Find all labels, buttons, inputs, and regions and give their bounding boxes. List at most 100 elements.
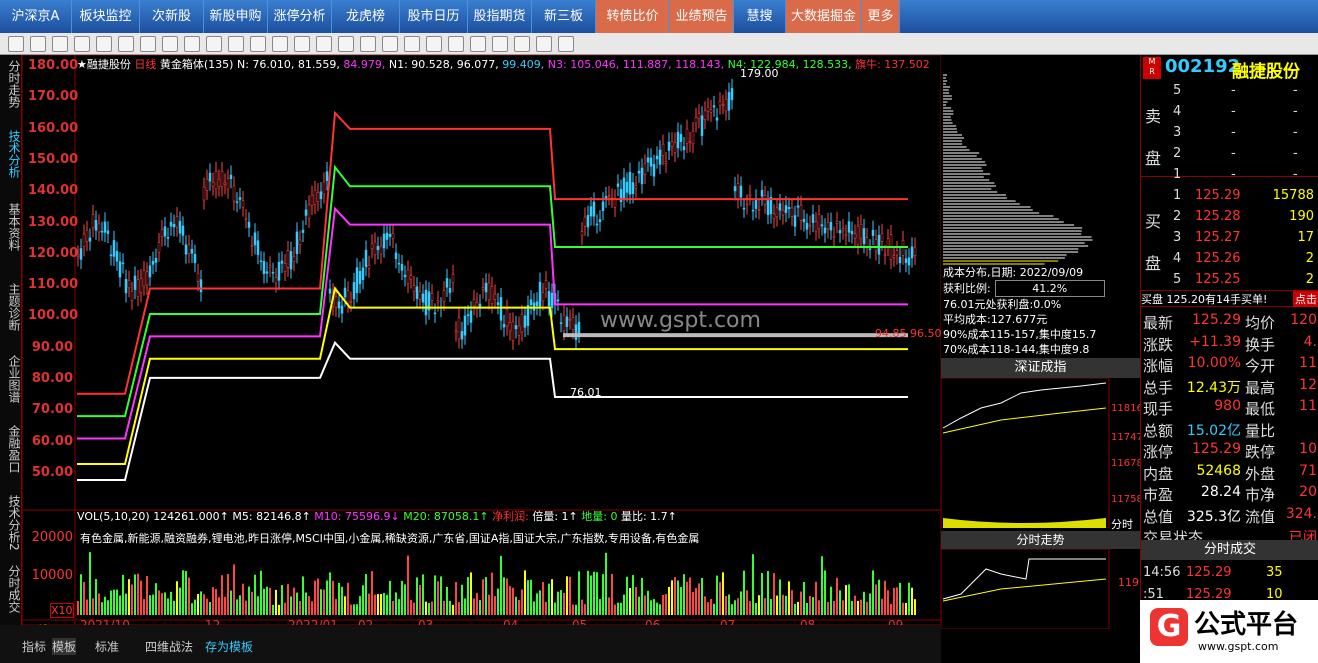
sell-vol: - (1293, 146, 1298, 161)
chip-distribution (943, 74, 1093, 265)
toolbar-icon-0[interactable] (8, 36, 24, 52)
candle-body-157 (547, 291, 551, 307)
vol-bar-135 (482, 579, 484, 615)
index-title[interactable]: 深证成指 (941, 358, 1140, 378)
menu-item-13[interactable]: 更多 (862, 0, 900, 33)
vol-bar-14 (119, 595, 121, 615)
toolbar-icon-2[interactable] (52, 36, 68, 52)
vol-bar-42 (203, 594, 205, 615)
vol-bar-212 (713, 603, 715, 615)
vol-bar-164 (569, 576, 571, 615)
toolbar-icon-15[interactable] (338, 36, 354, 52)
menu-item-9[interactable]: 转债比价 (596, 0, 670, 33)
vol-bar-250 (827, 602, 829, 615)
click-button[interactable]: 点击 (1293, 291, 1318, 307)
candle-body-206 (694, 117, 698, 124)
toolbar-icon-25[interactable] (558, 36, 574, 52)
candle-body-214 (718, 101, 722, 106)
toolbar-icon-19[interactable] (426, 36, 442, 52)
toolbar-icon-11[interactable] (250, 36, 266, 52)
toolbar-icon-6[interactable] (140, 36, 156, 52)
fenshi-tab[interactable]: 分时 (1111, 516, 1133, 532)
candle-body-68 (280, 260, 284, 264)
candle-body-43 (205, 178, 209, 191)
toolbar-icon-23[interactable] (514, 36, 530, 52)
candle-body-154 (538, 281, 542, 307)
vol-bar-218 (731, 604, 733, 615)
bottom-tab-4[interactable]: 存为模板 (205, 638, 253, 655)
menu-item-5[interactable]: 龙虎榜 (332, 0, 400, 33)
toolbar-icon-8[interactable] (184, 36, 200, 52)
fenshi-title[interactable]: 分时走势 (941, 531, 1140, 549)
buy-vol: 2 (1305, 251, 1314, 266)
vol-bar-216 (725, 595, 727, 615)
quote-label-2: 今开 (1245, 357, 1276, 375)
menu-item-2[interactable]: 次新股 (140, 0, 204, 33)
toolbar-icon-16[interactable] (360, 36, 376, 52)
menu-item-11[interactable]: 慧搜 (734, 0, 786, 33)
candle-body-141 (499, 297, 503, 321)
candle-body-126 (454, 330, 458, 333)
toolbar-icon-1[interactable] (30, 36, 46, 52)
quote-panel: MR 002192 融捷股份 卖盘买盘 5- -4- -3- -2- -1- -1 125.2… (1140, 55, 1318, 663)
candle-body-227 (757, 209, 761, 211)
menu-item-7[interactable]: 股指期货 (468, 0, 532, 33)
watermark: www.gspt.com (600, 308, 761, 333)
menu-item-10[interactable]: 业绩预告 (670, 0, 734, 33)
menu-item-6[interactable]: 股市日历 (400, 0, 468, 33)
menu-item-4[interactable]: 涨停分析 (268, 0, 332, 33)
menu-item-1[interactable]: 板块监控 (72, 0, 140, 33)
toolbar-icon-12[interactable] (272, 36, 288, 52)
candle-body-110 (406, 269, 410, 284)
concepts: 有色金属,新能源,融资融券,锂电池,昨日涨停,MSCI中国,小金属,稀缺资源,广… (80, 532, 700, 545)
candle-body-276 (904, 258, 908, 263)
vol-bar-195 (662, 595, 664, 615)
toolbar-icon-7[interactable] (162, 36, 178, 52)
y-tick-12: 60.00 (31, 433, 73, 449)
candle-body-166 (574, 324, 578, 340)
menu-item-3[interactable]: 新股申购 (204, 0, 268, 33)
index-y-2: 11747 (1111, 432, 1143, 443)
toolbar-icon-21[interactable] (470, 36, 486, 52)
candle-body-129 (463, 315, 467, 336)
menu-item-8[interactable]: 新三板 (532, 0, 596, 33)
bottom-tab-3[interactable]: 四维战法 (145, 638, 193, 655)
toolbar-icon-22[interactable] (492, 36, 508, 52)
candle-body-147 (517, 325, 521, 336)
vol-bar-136 (485, 577, 487, 615)
vol-bar-275 (902, 602, 904, 615)
vol-bar-11 (110, 590, 112, 615)
toolbar-icon-14[interactable] (316, 36, 332, 52)
vol-bar-236 (785, 595, 787, 615)
buy-vol: 17 (1297, 230, 1314, 245)
vol-bar-119 (434, 575, 436, 615)
vol-bar-109 (404, 584, 406, 615)
toolbar-icon-9[interactable] (206, 36, 222, 52)
toolbar-icon-5[interactable] (118, 36, 134, 52)
toolbar-icon-10[interactable] (228, 36, 244, 52)
candle-body-124 (448, 287, 452, 293)
vol-bar-89 (344, 596, 346, 615)
y-tick-8: 100.00 (28, 308, 79, 324)
candle-body-226 (754, 198, 758, 209)
sell-level: 5 (1173, 83, 1182, 98)
candle-body-215 (721, 103, 725, 106)
toolbar-icon-18[interactable] (404, 36, 420, 52)
vol-bar-54 (239, 595, 241, 615)
toolbar-icon-20[interactable] (448, 36, 464, 52)
toolbar-icon-3[interactable] (74, 36, 90, 52)
vol-bar-144 (509, 585, 511, 615)
toolbar-icon-4[interactable] (96, 36, 112, 52)
candle-body-209 (703, 110, 707, 120)
toolbar-icon-13[interactable] (294, 36, 310, 52)
vol-bar-34 (179, 587, 181, 615)
trades-title[interactable]: 分时成交 (1141, 540, 1318, 560)
menu-item-0[interactable]: 沪深京A (0, 0, 72, 33)
toolbar-icon-24[interactable] (536, 36, 552, 52)
vol-bar-224 (749, 601, 751, 615)
bottom-tab-0[interactable]: 指标 (22, 638, 46, 655)
toolbar-icon-17[interactable] (382, 36, 398, 52)
menu-item-12[interactable]: 大数据掘金 (786, 0, 862, 33)
bottom-tab-2[interactable]: 标准 (95, 638, 119, 655)
bottom-tab-1[interactable]: 模板 (52, 638, 77, 655)
